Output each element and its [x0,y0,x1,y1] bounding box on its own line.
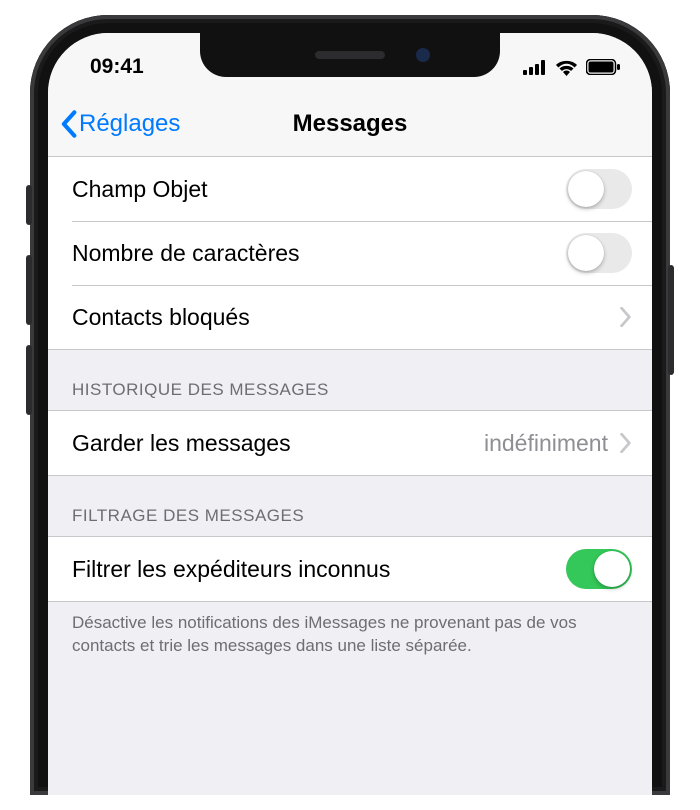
volume-down-button [26,345,32,415]
settings-list[interactable]: Champ Objet Nombre de caractères Contact… [48,157,652,678]
mute-switch [26,185,32,225]
volume-up-button [26,255,32,325]
row-label: Nombre de caractères [72,240,300,267]
notch [200,33,500,77]
page-title: Messages [293,110,408,138]
row-filter-unknown[interactable]: Filtrer les expéditeurs inconnus [48,537,652,601]
row-character-count[interactable]: Nombre de caractères [48,221,652,285]
speaker [315,51,385,59]
status-indicators [523,59,620,76]
row-label: Champ Objet [72,176,208,203]
chevron-right-icon [620,433,632,453]
front-camera [416,48,430,62]
filter-unknown-toggle[interactable] [566,549,632,589]
chevron-right-icon [620,307,632,327]
row-label: Garder les messages [72,430,291,457]
subject-toggle[interactable] [566,169,632,209]
charcount-toggle[interactable] [566,233,632,273]
wifi-icon [555,59,578,76]
filter-header: FILTRAGE DES MESSAGES [48,476,652,536]
status-time: 09:41 [90,55,144,79]
device-frame: 09:41 Réglages Messages Champ Objet [30,15,670,795]
back-label: Réglages [79,110,180,138]
battery-icon [586,59,620,75]
row-blocked-contacts[interactable]: Contacts bloqués [48,285,652,349]
navigation-bar: Réglages Messages [48,91,652,157]
row-keep-messages[interactable]: Garder les messages indéfiniment [48,411,652,475]
chevron-left-icon [60,110,77,138]
back-button[interactable]: Réglages [60,110,180,138]
side-button [668,265,674,375]
group-filter: Filtrer les expéditeurs inconnus [48,536,652,602]
row-label: Contacts bloqués [72,304,250,331]
history-header: HISTORIQUE DES MESSAGES [48,350,652,410]
group-general: Champ Objet Nombre de caractères Contact… [48,157,652,350]
row-value: indéfiniment [484,430,608,457]
screen: 09:41 Réglages Messages Champ Objet [48,33,652,795]
cellular-icon [523,60,547,75]
filter-footer: Désactive les notifications des iMessage… [48,602,652,678]
group-history: Garder les messages indéfiniment [48,410,652,476]
row-label: Filtrer les expéditeurs inconnus [72,556,390,583]
row-subject-field[interactable]: Champ Objet [48,157,652,221]
